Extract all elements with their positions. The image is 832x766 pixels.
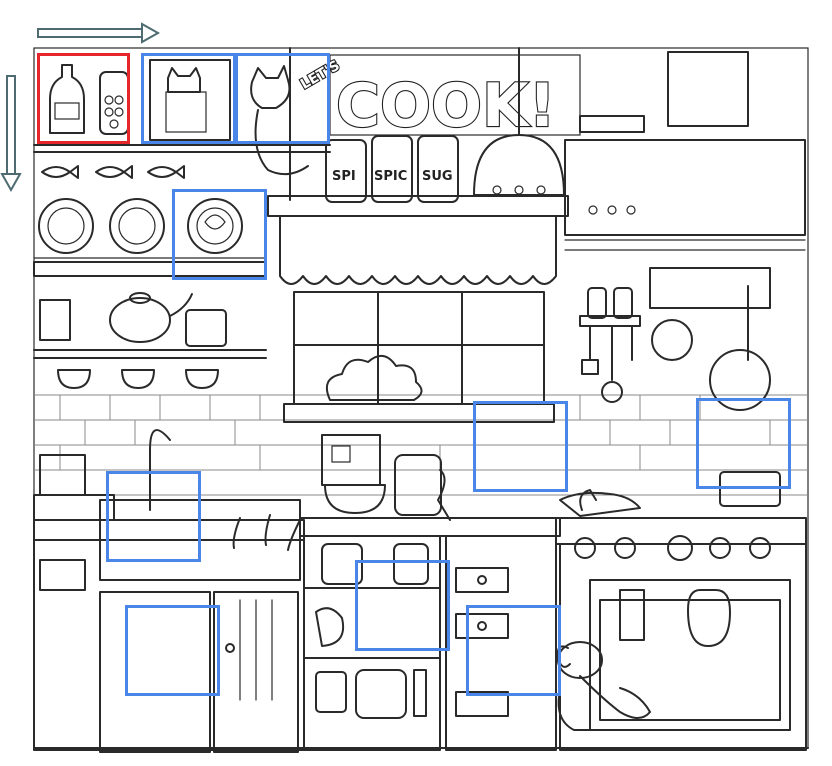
arrow-right-icon <box>37 22 161 44</box>
arrow-down-icon <box>0 75 22 193</box>
found-box-cabinet-floor-cat[interactable] <box>125 605 220 696</box>
jar-label-right: SUG <box>422 169 453 184</box>
found-box-stove-cat[interactable] <box>473 401 568 492</box>
range-hood <box>564 51 806 251</box>
found-box-pan-cat[interactable] <box>696 398 791 489</box>
jar-label-middle: SPIC <box>374 169 407 184</box>
found-box-cabinet-cat[interactable] <box>141 53 236 144</box>
selection-box-bottles[interactable] <box>37 53 130 144</box>
found-box-sink-cat[interactable] <box>106 471 201 562</box>
found-box-shelf-cat[interactable] <box>355 560 450 651</box>
found-box-drawer-cat[interactable] <box>466 605 561 696</box>
fish-decor <box>41 165 185 179</box>
teapot-shelf <box>33 292 267 389</box>
utensil-rack <box>579 267 771 403</box>
jar-label-left: SPI <box>332 169 356 184</box>
found-box-pole-cat[interactable] <box>235 53 330 144</box>
window <box>279 215 557 423</box>
cook-sign: LET'S COOK! <box>297 54 581 142</box>
spice-jars: SPI SPIC SUG <box>325 135 459 203</box>
dog-illustration <box>556 641 651 731</box>
sign-cook: COOK! <box>336 71 556 141</box>
found-box-plate-cat[interactable] <box>172 189 267 280</box>
